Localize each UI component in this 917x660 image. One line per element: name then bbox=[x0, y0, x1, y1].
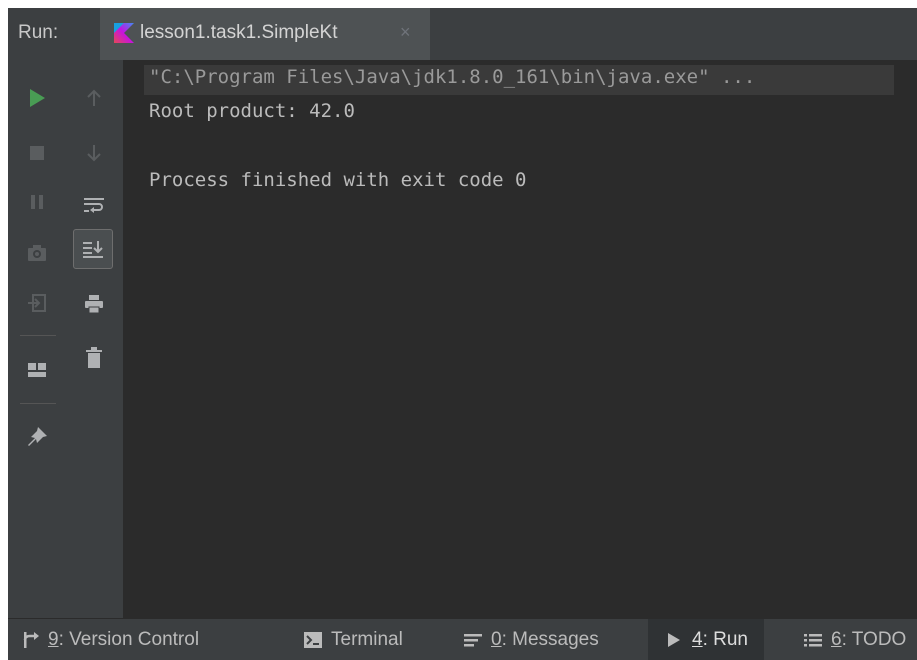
print-icon[interactable] bbox=[79, 289, 109, 319]
tab-messages[interactable]: 0: Messages bbox=[463, 619, 599, 660]
run-number: 4 bbox=[692, 629, 703, 650]
tab-terminal[interactable]: Terminal bbox=[303, 619, 403, 660]
messages-number: 0 bbox=[491, 629, 502, 650]
messages-icon bbox=[463, 630, 483, 650]
soft-wrap-icon[interactable] bbox=[79, 190, 109, 220]
tab-close-icon[interactable]: × bbox=[400, 22, 411, 43]
arrow-up-icon[interactable] bbox=[79, 83, 109, 113]
run-toolbar-primary bbox=[8, 60, 67, 618]
run-label: Run: bbox=[18, 22, 59, 43]
exit-icon[interactable] bbox=[22, 288, 52, 318]
arrow-down-icon[interactable] bbox=[79, 138, 109, 168]
pin-icon[interactable] bbox=[22, 422, 52, 452]
tab-todo[interactable]: 6: TODO bbox=[803, 619, 906, 660]
todo-icon bbox=[803, 630, 823, 650]
run-tab-icon bbox=[664, 630, 684, 650]
todo-number: 6 bbox=[831, 629, 842, 650]
run-tool-window: Run: lesson1.task1.SimpleKt × "C:\Progra… bbox=[0, 0, 917, 660]
terminal-icon bbox=[303, 630, 323, 650]
tab-run[interactable]: 4: Run bbox=[648, 619, 764, 660]
todo-label: : TODO bbox=[841, 629, 907, 650]
camera-icon[interactable] bbox=[22, 238, 52, 268]
terminal-label: Terminal bbox=[331, 629, 403, 650]
tab-title: lesson1.task1.SimpleKt bbox=[140, 22, 338, 43]
run-icon[interactable] bbox=[22, 83, 52, 113]
toolbar-separator bbox=[20, 403, 56, 404]
version-control-icon bbox=[20, 630, 40, 650]
version-control-number: 9 bbox=[48, 629, 59, 650]
tab-simplekt[interactable]: lesson1.task1.SimpleKt × bbox=[100, 8, 430, 60]
scroll-to-end-icon[interactable] bbox=[78, 234, 108, 264]
console-command-line[interactable]: "C:\Program Files\Java\jdk1.8.0_161\bin\… bbox=[149, 66, 755, 88]
tab-version-control[interactable]: 9: Version Control bbox=[20, 619, 199, 660]
stop-icon[interactable] bbox=[22, 138, 52, 168]
run-header: Run: lesson1.task1.SimpleKt × bbox=[8, 8, 917, 61]
trash-icon[interactable] bbox=[79, 343, 109, 373]
tool-window-bar: 9: Version Control Terminal 0: Messages … bbox=[8, 618, 917, 660]
version-control-label: : Version Control bbox=[58, 629, 200, 650]
messages-label: : Messages bbox=[501, 629, 599, 650]
console-exit-line: Process finished with exit code 0 bbox=[149, 169, 527, 191]
console-output-line: Root product: 42.0 bbox=[149, 100, 355, 122]
run-label-bottom: : Run bbox=[702, 629, 748, 650]
kotlin-icon bbox=[114, 23, 134, 43]
run-toolbar-secondary bbox=[66, 60, 124, 618]
pause-icon[interactable] bbox=[22, 187, 52, 217]
toolbar-separator bbox=[20, 335, 56, 336]
console-output[interactable]: "C:\Program Files\Java\jdk1.8.0_161\bin\… bbox=[124, 60, 917, 618]
layout-icon[interactable] bbox=[22, 355, 52, 385]
